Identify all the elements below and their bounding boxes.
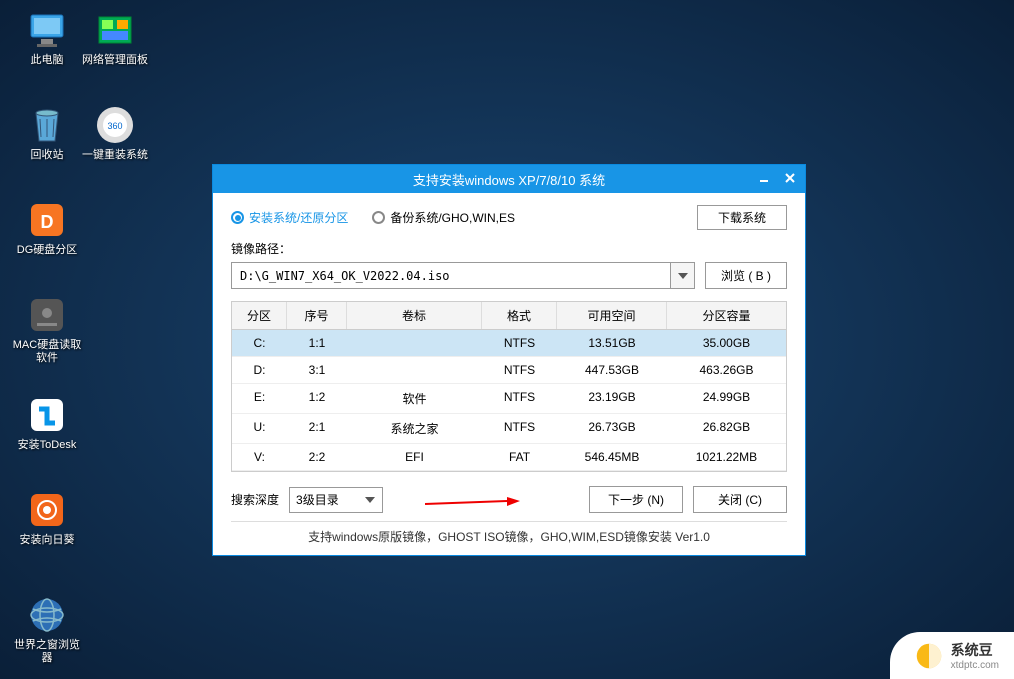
browse-button[interactable]: 浏览 ( B ) <box>705 262 787 289</box>
desktop-icon-label: 世界之窗浏览器 <box>12 639 82 665</box>
watermark-logo-icon <box>915 642 943 670</box>
radio-backup[interactable]: 备份系统/GHO,WIN,ES <box>372 209 515 226</box>
radio-checked-icon <box>231 211 244 224</box>
mac-icon <box>27 295 67 335</box>
table-row[interactable]: C:1:1NTFS13.51GB35.00GB <box>232 330 786 357</box>
browser-icon <box>27 595 67 635</box>
table-row[interactable]: U:2:1系统之家NTFS26.73GB26.82GB <box>232 414 786 444</box>
table-row[interactable]: D:3:1NTFS447.53GB463.26GB <box>232 357 786 384</box>
radio-install-restore[interactable]: 安装系统/还原分区 <box>231 209 348 226</box>
desktop-icon-sunflower[interactable]: 安装向日葵 <box>12 490 82 547</box>
download-system-button[interactable]: 下载系统 <box>697 205 787 230</box>
desktop-icon-label: 安装向日葵 <box>20 534 75 547</box>
desktop-icon-label: MAC硬盘读取软件 <box>12 339 82 365</box>
svg-text:360: 360 <box>107 121 122 131</box>
radio-unchecked-icon <box>372 211 385 224</box>
desktop-icon-label: 网络管理面板 <box>82 54 148 67</box>
image-path-select[interactable]: D:\G_WIN7_X64_OK_V2022.04.iso <box>231 262 695 289</box>
dg-icon: D <box>27 200 67 240</box>
pc-icon <box>27 10 67 50</box>
annotation-arrow <box>393 487 579 513</box>
close-button[interactable]: 关闭 (C) <box>693 486 787 513</box>
desktop-icon-reinstall[interactable]: 360 一键重装系统 <box>80 105 150 162</box>
search-depth-select[interactable]: 3级目录 <box>289 487 383 513</box>
desktop-icon-label: 回收站 <box>31 149 64 162</box>
dialog-title: 支持安装windows XP/7/8/10 系统 <box>413 170 605 189</box>
desktop-icon-todesk[interactable]: 安装ToDesk <box>12 395 82 452</box>
table-row[interactable]: E:1:2软件NTFS23.19GB24.99GB <box>232 384 786 414</box>
chevron-down-icon[interactable] <box>670 263 694 288</box>
bin-icon <box>27 105 67 145</box>
svg-text:D: D <box>41 212 54 232</box>
footer-text: 支持windows原版镜像，GHOST ISO镜像，GHO,WIM,ESD镜像安… <box>231 521 787 547</box>
desktop-icon-label: 安装ToDesk <box>18 439 77 452</box>
sunflower-icon <box>27 490 67 530</box>
desktop-icon-dg[interactable]: D DG硬盘分区 <box>12 200 82 257</box>
desktop-icon-label: DG硬盘分区 <box>17 244 78 257</box>
desktop-icon-label: 一键重装系统 <box>82 149 148 162</box>
titlebar[interactable]: 支持安装windows XP/7/8/10 系统 <box>213 165 805 193</box>
todesk-icon <box>27 395 67 435</box>
desktop-icon-bin[interactable]: 回收站 <box>12 105 82 162</box>
minimize-button[interactable] <box>755 169 773 187</box>
next-button[interactable]: 下一步 (N) <box>589 486 683 513</box>
desktop-icon-label: 此电脑 <box>31 54 64 67</box>
watermark: 系统豆 xtdptc.com <box>890 632 1014 679</box>
chevron-down-icon[interactable] <box>358 488 382 512</box>
watermark-title: 系统豆 <box>951 640 999 660</box>
install-dialog: 支持安装windows XP/7/8/10 系统 安装系统/还原分区 备份系统/… <box>212 164 806 556</box>
desktop-icon-browser[interactable]: 世界之窗浏览器 <box>12 595 82 665</box>
table-row[interactable]: V:2:2EFIFAT546.45MB1021.22MB <box>232 444 786 471</box>
partition-table: 分区 序号 卷标 格式 可用空间 分区容量 C:1:1NTFS13.51GB35… <box>231 301 787 472</box>
table-header: 分区 序号 卷标 格式 可用空间 分区容量 <box>232 302 786 330</box>
panel-icon <box>95 10 135 50</box>
watermark-sub: xtdptc.com <box>951 660 999 671</box>
desktop-icon-panel[interactable]: 网络管理面板 <box>80 10 150 67</box>
desktop-icon-pc[interactable]: 此电脑 <box>12 10 82 67</box>
desktop-icon-mac[interactable]: MAC硬盘读取软件 <box>12 295 82 365</box>
close-icon[interactable] <box>781 169 799 187</box>
reinstall-icon: 360 <box>95 105 135 145</box>
search-depth-label: 搜索深度 <box>231 491 279 508</box>
image-path-label: 镜像路径： <box>231 240 787 257</box>
